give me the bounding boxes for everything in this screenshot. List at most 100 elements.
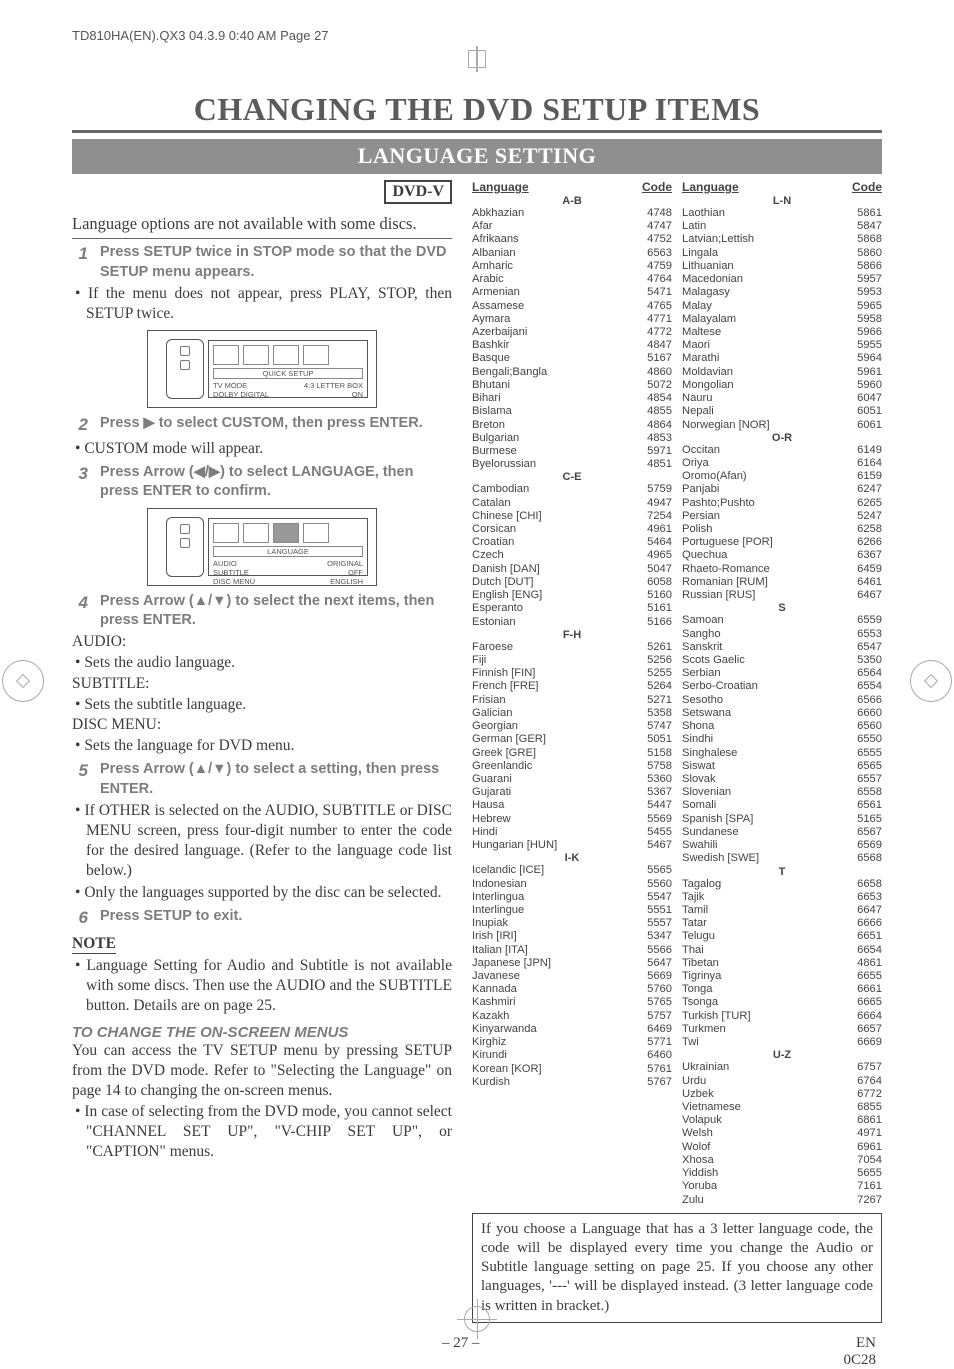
language-code: 5358 [647,707,672,720]
language-name: Tatar [682,917,707,930]
language-row: Moldavian5961 [682,366,882,379]
language-name: Kirundi [472,1049,507,1062]
language-name: Estonian [472,616,516,629]
diagram-language: LANGUAGE AUDIOORIGINAL SUBTITLEOFF DISC … [147,508,377,586]
language-code: 5271 [647,694,672,707]
language-row: Lingala5860 [682,247,882,260]
language-name: Swedish [SWE] [682,852,759,865]
language-code: 6657 [857,1023,882,1036]
language-name: Quechua [682,549,727,562]
language-row: Kashmiri5765 [472,996,672,1009]
language-row: Afrikaans4752 [472,233,672,246]
language-name: Japanese [JPN] [472,957,551,970]
footer-lang: EN [856,1335,876,1351]
language-row: Sesotho6566 [682,694,882,707]
language-name: Turkmen [682,1023,726,1036]
language-code: 5957 [857,273,882,286]
language-code: 5547 [647,891,672,904]
language-code: 6559 [857,614,882,627]
language-code: 5166 [647,616,672,629]
step-number: 5 [72,760,88,799]
language-name: Sesotho [682,694,723,707]
language-name: Vietnamese [682,1101,741,1114]
language-name: Inupiak [472,917,508,930]
language-row: Amharic4759 [472,260,672,273]
language-row: Greenlandic5758 [472,760,672,773]
language-row: Twi6669 [682,1036,882,1049]
language-row: Lithuanian 5866 [682,260,882,273]
language-name: Scots Gaelic [682,654,745,667]
language-row: Scots Gaelic5350 [682,654,882,667]
language-code: 5971 [647,445,672,458]
language-name: Assamese [472,300,524,313]
language-name: Kannada [472,983,517,996]
language-code: 5464 [647,536,672,549]
page-number: – 27 – [442,1335,480,1369]
crop-mark-left [2,660,44,702]
language-row: Spanish [SPA]5165 [682,813,882,826]
onscreen-menus-body: You can access the TV SETUP menu by pres… [72,1041,452,1100]
language-code: 6266 [857,536,882,549]
language-code: 7267 [857,1194,882,1207]
language-row: Greek [GRE]5158 [472,747,672,760]
language-name: Byelorussian [472,458,536,471]
language-name: Azerbaijani [472,326,527,339]
language-code: 6459 [857,563,882,576]
language-code: 5655 [857,1167,882,1180]
language-code: 5247 [857,510,882,523]
language-code: 5072 [647,379,672,392]
language-name: Lithuanian [682,260,734,273]
language-name: Amharic [472,260,513,273]
language-code: 5747 [647,720,672,733]
language-row: Singhalese6555 [682,747,882,760]
language-name: Tigrinya [682,970,721,983]
language-code: 6669 [857,1036,882,1049]
language-name: Volapuk [682,1114,722,1127]
language-name: Fiji [472,654,486,667]
language-name: Korean [KOR] [472,1063,542,1076]
language-code: 4748 [647,207,672,220]
language-name: Slovak [682,773,716,786]
language-code: 5964 [857,352,882,365]
language-code: 6265 [857,497,882,510]
language-code: 6553 [857,628,882,641]
language-code: 5866 [857,260,882,273]
section-letter: F-H [472,629,672,641]
language-code: 4747 [647,220,672,233]
language-name: Yiddish [682,1167,718,1180]
language-code: 5467 [647,839,672,852]
language-code: 6561 [857,799,882,812]
language-row: Samoan6559 [682,614,882,627]
language-row: Indonesian5560 [472,878,672,891]
language-row: Telugu6651 [682,930,882,943]
language-row: Gujarati5367 [472,786,672,799]
language-name: Marathi [682,352,719,365]
language-name: Persian [682,510,720,523]
step-1-note: If the menu does not appear, press PLAY,… [72,284,452,324]
language-row: Malagasy5953 [682,286,882,299]
language-code: 6555 [857,747,882,760]
language-name: Uzbek [682,1088,714,1101]
language-code: 6047 [857,392,882,405]
language-name: Armenian [472,286,520,299]
language-row: Assamese4765 [472,300,672,313]
language-row: Breton4864 [472,419,672,432]
language-row: Oromo(Afan)6159 [682,470,882,483]
language-code: 6058 [647,576,672,589]
language-row: Aymara4771 [472,313,672,326]
language-name: Norwegian [NOR] [682,419,770,432]
language-row: Catalan4947 [472,497,672,510]
table-header: LanguageCode [682,180,882,194]
language-name: Afrikaans [472,233,519,246]
language-row: Setswana6660 [682,707,882,720]
language-code: 6550 [857,733,882,746]
language-code: 5965 [857,300,882,313]
audio-desc: Sets the audio language. [72,653,452,673]
language-name: Hebrew [472,813,511,826]
language-row: Tajik6653 [682,891,882,904]
language-row: Cambodian5759 [472,483,672,496]
language-row: Laothian5861 [682,207,882,220]
language-name: Moldavian [682,366,733,379]
step-number: 2 [72,414,88,437]
language-name: Indonesian [472,878,527,891]
